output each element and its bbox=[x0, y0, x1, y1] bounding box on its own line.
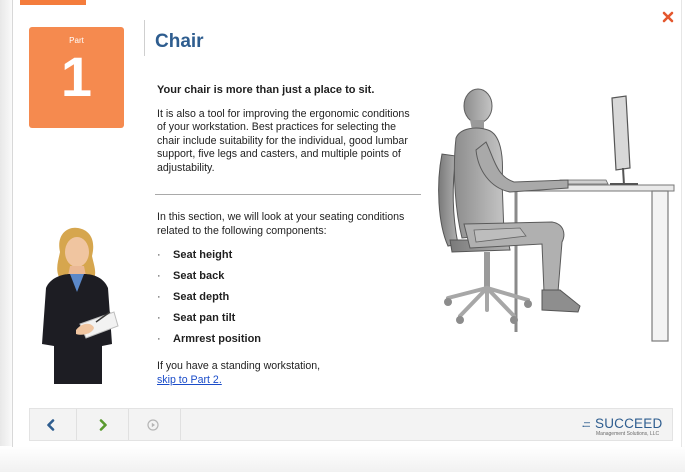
list-item-label: Seat depth bbox=[173, 291, 230, 303]
list-bullet: · bbox=[157, 249, 161, 261]
list-item-label: Seat back bbox=[173, 270, 225, 282]
list-item: · Seat height bbox=[157, 248, 261, 269]
list-bullet: · bbox=[157, 333, 161, 345]
back-button[interactable] bbox=[34, 409, 68, 440]
standing-note-text: If you have a standing workstation, bbox=[157, 360, 321, 372]
close-icon[interactable] bbox=[661, 10, 675, 24]
content-divider bbox=[155, 194, 421, 195]
standing-note: If you have a standing workstation, skip… bbox=[157, 360, 327, 387]
play-circle-icon bbox=[147, 418, 159, 431]
next-button[interactable] bbox=[86, 409, 120, 440]
page-shadow-bottom bbox=[0, 446, 685, 472]
part-badge: Part 1 bbox=[29, 27, 124, 128]
title-divider bbox=[144, 20, 145, 56]
intro-block: Your chair is more than just a place to … bbox=[157, 84, 417, 176]
intro-paragraph: It is also a tool for improving the ergo… bbox=[157, 107, 410, 174]
nav-separator bbox=[180, 409, 181, 440]
logo-subtitle: Management Solutions, LLC bbox=[596, 431, 660, 437]
list-bullet: · bbox=[157, 312, 161, 324]
component-list: · Seat height · Seat back · Seat depth · Sea… bbox=[157, 248, 261, 353]
logo-dots: .::: bbox=[582, 419, 590, 429]
nav-bar: .::: SUCCEED Management Solutions, LLC bbox=[29, 408, 673, 441]
list-bullet: · bbox=[157, 270, 161, 282]
list-item: · Seat depth bbox=[157, 290, 261, 311]
presenter-image bbox=[42, 227, 119, 384]
list-item: · Seat back bbox=[157, 269, 261, 290]
list-item-label: Seat pan tilt bbox=[173, 312, 236, 324]
list-item-label: Armrest position bbox=[173, 333, 262, 345]
chevron-left-icon bbox=[47, 418, 55, 431]
list-item: · Seat pan tilt bbox=[157, 311, 261, 332]
progress-accent-strip bbox=[20, 0, 86, 5]
logo-name: SUCCEED bbox=[595, 416, 663, 431]
headline: Your chair is more than just a place to … bbox=[157, 84, 375, 96]
list-item: · Armrest position bbox=[157, 332, 261, 353]
nav-separator bbox=[128, 409, 129, 440]
part-label: Part bbox=[69, 36, 84, 45]
list-item-label: Seat height bbox=[173, 249, 233, 261]
ergonomic-desk-illustration bbox=[438, 88, 675, 342]
chevron-right-icon bbox=[99, 418, 107, 431]
play-button[interactable] bbox=[136, 409, 170, 440]
part-number: 1 bbox=[60, 45, 93, 108]
section-intro: In this section, we will look at your se… bbox=[157, 211, 405, 237]
nav-separator bbox=[76, 409, 77, 440]
page-title: Chair bbox=[155, 31, 204, 52]
succeed-logo: .::: SUCCEED Management Solutions, LLC bbox=[582, 413, 664, 439]
skip-to-part-2-link[interactable]: skip to Part 2. bbox=[157, 374, 222, 386]
list-bullet: · bbox=[157, 291, 161, 303]
